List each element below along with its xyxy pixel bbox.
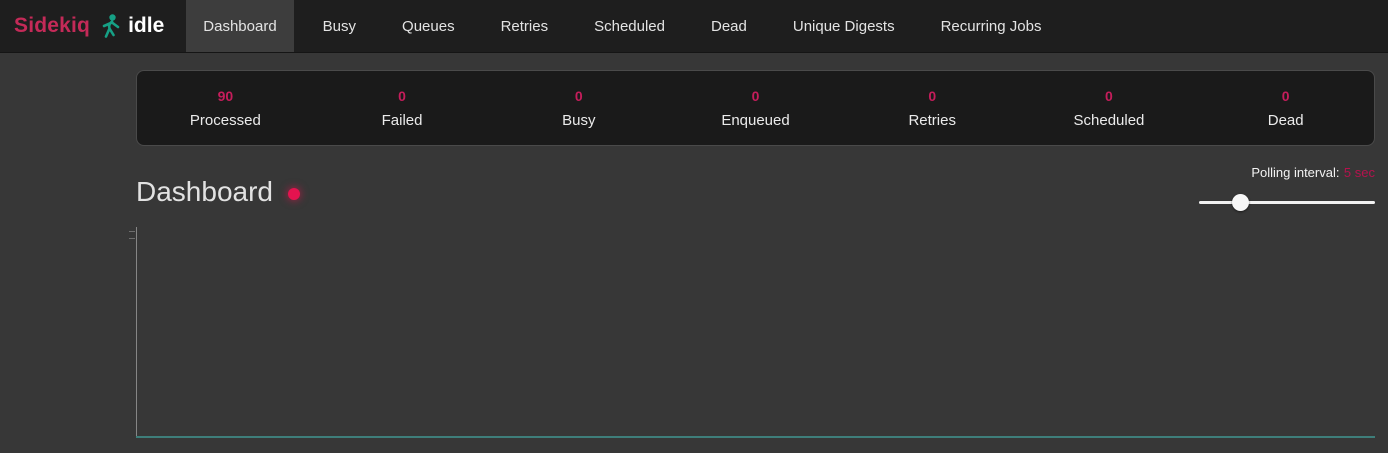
stat-processed-value: 90 [137,88,314,104]
stat-failed-label: Failed [314,112,491,129]
stat-busy-label: Busy [490,112,667,129]
stat-scheduled: 0 Scheduled [1021,88,1198,129]
nav-tabs: Dashboard Busy Queues Retries Scheduled … [180,0,1064,52]
stat-busy: 0 Busy [490,88,667,129]
stat-busy-value: 0 [490,88,667,104]
tab-dead[interactable]: Dead [694,0,764,52]
stat-retries-label: Retries [844,112,1021,129]
slider-thumb[interactable] [1232,194,1249,211]
stat-dead-value: 0 [1197,88,1374,104]
stat-failed: 0 Failed [314,88,491,129]
chart-y-tick [129,231,135,232]
polling-interval-value: 5 sec [1344,165,1375,180]
main-content: 90 Processed 0 Failed 0 Busy 0 Enqueued … [136,70,1375,449]
stat-processed-label: Processed [137,112,314,129]
stat-dead-label: Dead [1197,112,1374,129]
stat-retries: 0 Retries [844,88,1021,129]
page-title: Dashboard [136,176,273,208]
stat-dead: 0 Dead [1197,88,1374,129]
page-title-wrap: Dashboard [136,176,300,208]
live-beacon-icon [288,188,300,200]
tab-recurring-jobs[interactable]: Recurring Jobs [924,0,1059,52]
tab-scheduled[interactable]: Scheduled [577,0,682,52]
chart-baseline [136,436,1375,438]
stat-enqueued: 0 Enqueued [667,88,844,129]
brand-name: Sidekiq [14,14,90,38]
stat-processed: 90 Processed [137,88,314,129]
brand-status: idle [128,14,164,38]
stat-retries-value: 0 [844,88,1021,104]
sidekiq-figure-icon [99,13,121,40]
tab-dashboard[interactable]: Dashboard [186,0,293,52]
chart-y-axis [136,227,137,438]
stat-scheduled-label: Scheduled [1021,112,1198,129]
tab-retries[interactable]: Retries [484,0,566,52]
top-navbar: Sidekiq idle Dashboard Busy Queues Retri… [0,0,1388,53]
dashboard-header-row: Dashboard Polling interval: 5 sec [136,164,1375,211]
polling-interval-control: Polling interval: 5 sec [1199,164,1375,211]
polling-interval-slider[interactable] [1199,194,1375,211]
stat-enqueued-label: Enqueued [667,112,844,129]
stat-enqueued-value: 0 [667,88,844,104]
tab-unique-digests[interactable]: Unique Digests [776,0,912,52]
tab-queues[interactable]: Queues [385,0,472,52]
slider-track [1199,201,1375,204]
stat-failed-value: 0 [314,88,491,104]
sidekiq-brand[interactable]: Sidekiq idle [0,0,180,52]
polling-interval-label: Polling interval: [1251,165,1339,180]
stats-summary-bar: 90 Processed 0 Failed 0 Busy 0 Enqueued … [136,70,1375,146]
stat-scheduled-value: 0 [1021,88,1198,104]
realtime-chart [136,224,1375,449]
chart-y-tick [129,238,135,239]
tab-busy[interactable]: Busy [306,0,373,52]
